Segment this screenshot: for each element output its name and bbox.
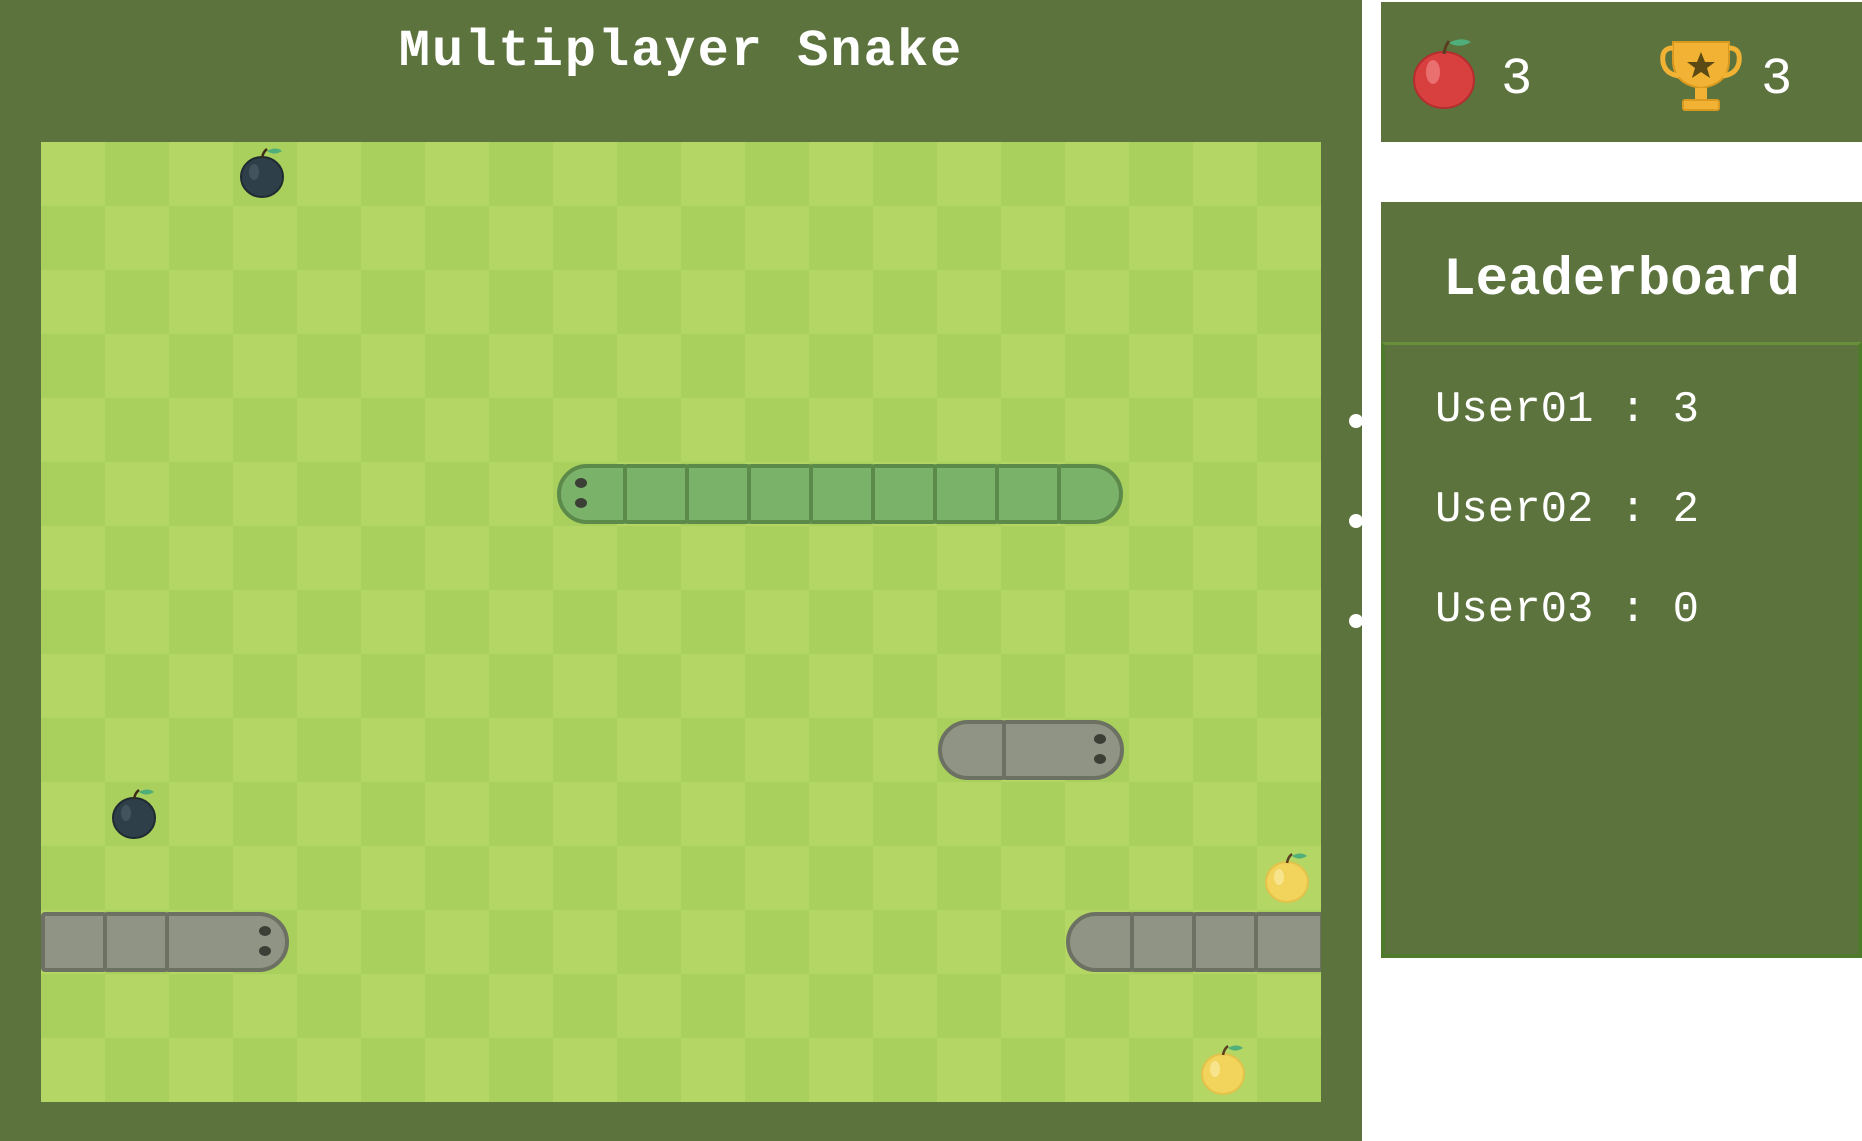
bullet-icon xyxy=(1349,414,1363,428)
snake-tail xyxy=(938,720,1006,780)
bullet-icon xyxy=(1349,514,1363,528)
snake-eye xyxy=(259,926,271,936)
snake-eye xyxy=(1094,734,1106,744)
snake-segment xyxy=(933,464,999,524)
leaderboard-entry: User01 : 3 xyxy=(1435,385,1700,435)
snake-head xyxy=(557,464,627,524)
leaderboard-title: Leaderboard xyxy=(1443,250,1800,311)
game-title: Multiplayer Snake xyxy=(398,22,964,81)
snake-tail xyxy=(1066,912,1134,972)
apple-count: 3 xyxy=(1501,50,1533,109)
dark-apple-icon xyxy=(112,789,156,839)
snake-eye xyxy=(1094,754,1106,764)
snake-segment xyxy=(685,464,751,524)
game-board[interactable] xyxy=(41,142,1321,1102)
snake-segment xyxy=(1192,912,1258,972)
stats-panel: 3 3 xyxy=(1381,2,1862,142)
snake-segment xyxy=(103,912,169,972)
snake-eye xyxy=(575,478,587,488)
yellow-apple-icon xyxy=(1201,1045,1245,1095)
yellow-apple-icon xyxy=(1265,853,1309,903)
snake-head xyxy=(165,912,289,972)
leaderboard-panel: Leaderboard User01 : 3 User02 : 2 User03… xyxy=(1381,202,1862,958)
trophy-icon xyxy=(1660,41,1742,111)
leaderboard-entry: User03 : 0 xyxy=(1435,585,1700,635)
red-apple-icon xyxy=(1413,39,1475,109)
snake-segment xyxy=(1130,912,1196,972)
snake-segment xyxy=(747,464,813,524)
leaderboard-list: User01 : 3 User02 : 2 User03 : 0 xyxy=(1381,342,1862,958)
snake-eye xyxy=(259,946,271,956)
bullet-icon xyxy=(1349,614,1363,628)
leaderboard-entry: User02 : 2 xyxy=(1435,485,1700,535)
snake-segment xyxy=(995,464,1061,524)
trophy-count: 3 xyxy=(1761,50,1793,109)
game-panel: Multiplayer Snake xyxy=(0,0,1362,1141)
dark-apple-icon xyxy=(240,148,284,198)
snake-segment xyxy=(1254,912,1321,972)
snake-segment xyxy=(809,464,875,524)
snake-segment xyxy=(871,464,937,524)
snake-tail xyxy=(1057,464,1123,524)
snake-segment xyxy=(623,464,689,524)
snake-eye xyxy=(575,498,587,508)
snake-segment xyxy=(41,912,107,972)
snake-head xyxy=(1002,720,1124,780)
